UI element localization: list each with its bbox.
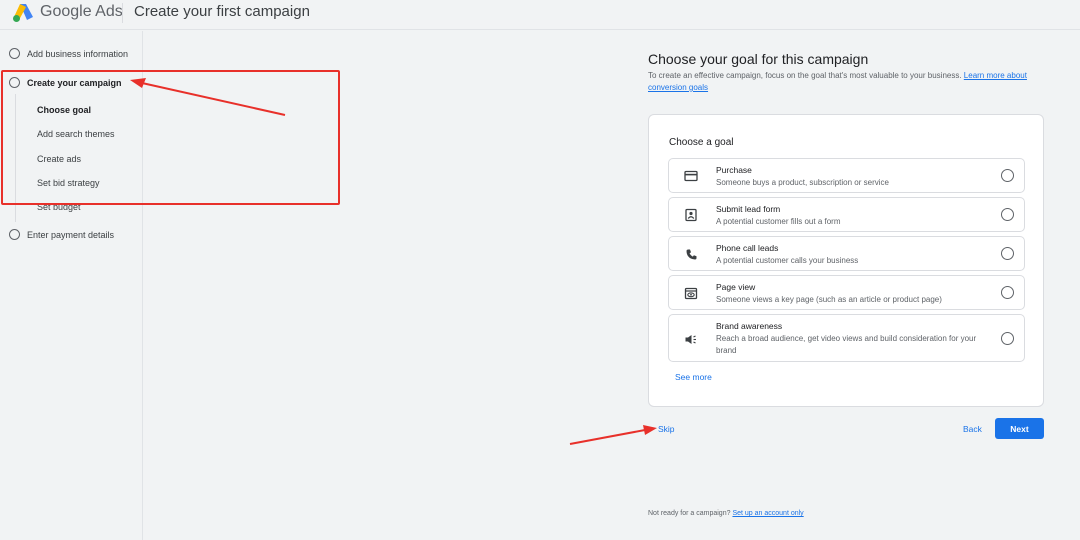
setup-account-link[interactable]: Set up an account only	[732, 510, 803, 517]
step-circle-icon	[9, 48, 20, 59]
header-divider	[122, 3, 123, 23]
main-heading: Choose your goal for this campaign	[648, 51, 869, 67]
step-label: Enter payment details	[27, 229, 115, 240]
page-title: Create your first campaign	[134, 3, 310, 20]
footer-note: Not ready for a campaign? Set up an acco…	[648, 510, 804, 517]
option-title: Page view	[716, 282, 756, 292]
option-title: Purchase	[716, 165, 752, 175]
option-description: A potential customer calls your business	[716, 256, 859, 265]
substep-add-search-themes[interactable]: Add search themes	[37, 129, 115, 139]
step-create-your-campaign[interactable]: Create your campaign	[9, 77, 122, 88]
annotation-arrow	[569, 425, 657, 445]
goal-option-submit-lead-form[interactable]: Submit lead form A potential customer fi…	[668, 197, 1025, 232]
megaphone-icon	[683, 331, 699, 347]
step-circle-icon	[9, 229, 20, 240]
option-description: Someone buys a product, subscription or …	[716, 178, 889, 187]
option-description: Reach a broad audience, get video views …	[716, 334, 977, 355]
main-description: To create an effective campaign, focus o…	[648, 70, 1048, 94]
goal-card: Choose a goal Purchase Someone buys a pr…	[648, 114, 1044, 407]
step-connector	[15, 94, 16, 222]
phone-icon	[683, 246, 699, 262]
see-more-link[interactable]: See more	[675, 372, 712, 382]
page-view-icon	[683, 285, 699, 301]
option-description: Someone views a key page (such as an art…	[716, 295, 942, 304]
step-label: Add business information	[27, 48, 129, 59]
google-ads-logo[interactable]	[12, 3, 34, 23]
substep-choose-goal[interactable]: Choose goal	[37, 105, 91, 115]
goal-option-purchase[interactable]: Purchase Someone buys a product, subscri…	[668, 158, 1025, 193]
substep-set-bid-strategy[interactable]: Set bid strategy	[37, 178, 100, 188]
credit-card-icon	[683, 168, 699, 184]
footer-text: Not ready for a campaign?	[648, 510, 731, 517]
radio-button[interactable]	[1001, 169, 1014, 182]
option-description: A potential customer fills out a form	[716, 217, 841, 226]
step-enter-payment-details[interactable]: Enter payment details	[9, 229, 114, 240]
option-title: Phone call leads	[716, 243, 779, 253]
goal-option-page-view[interactable]: Page view Someone views a key page (such…	[668, 275, 1025, 310]
step-label: Create your campaign	[27, 77, 122, 88]
step-add-business-information[interactable]: Add business information	[9, 48, 128, 59]
goal-option-phone-call-leads[interactable]: Phone call leads A potential customer ca…	[668, 236, 1025, 271]
next-button[interactable]: Next	[995, 418, 1044, 439]
back-button[interactable]: Back	[963, 424, 982, 434]
radio-button[interactable]	[1001, 208, 1014, 221]
option-title: Brand awareness	[716, 321, 783, 331]
goal-option-brand-awareness[interactable]: Brand awareness Reach a broad audience, …	[668, 314, 1025, 362]
card-title: Choose a goal	[669, 137, 734, 148]
substep-create-ads[interactable]: Create ads	[37, 154, 81, 164]
skip-button[interactable]: Skip	[658, 424, 675, 434]
contact-form-icon	[683, 207, 699, 223]
substep-set-budget[interactable]: Set budget	[37, 202, 81, 212]
radio-button[interactable]	[1001, 247, 1014, 260]
annotation-arrow	[130, 78, 286, 116]
option-title: Submit lead form	[716, 204, 781, 214]
description-text: To create an effective campaign, focus o…	[648, 71, 962, 80]
radio-button[interactable]	[1001, 286, 1014, 299]
step-circle-icon	[9, 77, 20, 88]
brand-name: Google Ads	[40, 3, 123, 20]
top-bar: Google Ads Create your first campaign	[0, 0, 1080, 30]
radio-button[interactable]	[1001, 332, 1014, 345]
